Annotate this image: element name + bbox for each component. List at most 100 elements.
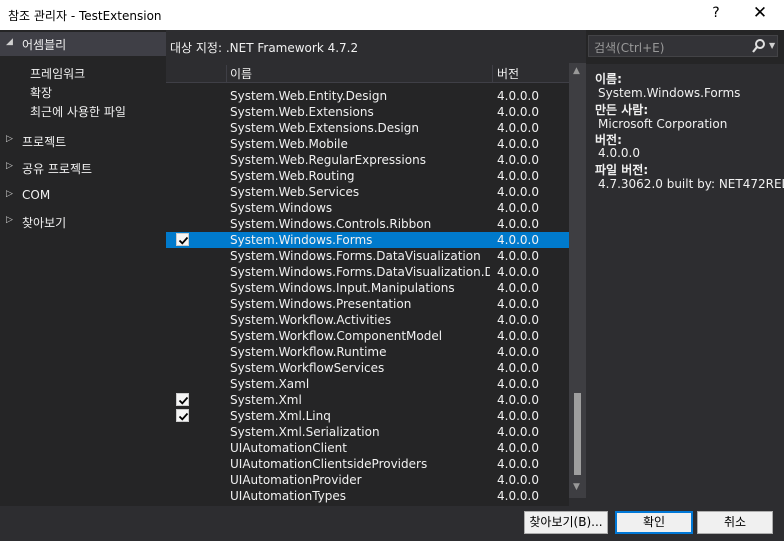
assembly-version: 4.0.0.0 <box>497 489 539 503</box>
assembly-name: System.Web.Services <box>230 185 360 199</box>
sidebar-subitem-recent[interactable]: 최근에 사용한 파일 <box>30 103 126 120</box>
assembly-version: 4.0.0.0 <box>497 345 539 359</box>
assembly-version: 4.0.0.0 <box>497 233 539 247</box>
assembly-row[interactable]: System.Web.RegularExpressions 4.0.0.0 <box>166 152 569 168</box>
help-icon[interactable]: ? <box>704 5 728 21</box>
close-icon[interactable]: ✕ <box>748 3 772 23</box>
assembly-row[interactable]: UIAutomationClient 4.0.0.0 <box>166 440 569 456</box>
assembly-row[interactable]: System.Windows.Forms.DataVisualization 4.… <box>166 248 569 264</box>
checkbox-checked-icon[interactable] <box>176 393 189 406</box>
assembly-version: 4.0.0.0 <box>497 169 539 183</box>
sidebar-item-shared-projects[interactable]: ▷ 공유 프로젝트 <box>0 156 166 180</box>
assembly-name: System.Web.Extensions <box>230 105 374 119</box>
assembly-row[interactable]: System.Workflow.Activities 4.0.0.0 <box>166 312 569 328</box>
search-box[interactable]: 검색(Ctrl+E) ▼ <box>588 35 778 57</box>
dialog-footer: 찾아보기(B)... 확인 취소 <box>0 506 784 541</box>
assembly-row[interactable]: System.Xml.Serialization 4.0.0.0 <box>166 424 569 440</box>
assembly-row[interactable]: System.Windows 4.0.0.0 <box>166 200 569 216</box>
assembly-name: System.Windows <box>230 201 333 215</box>
sidebar-subitem-extensions[interactable]: 확장 <box>30 84 52 101</box>
expand-triangle-icon[interactable]: ▷ <box>6 161 13 171</box>
assembly-row[interactable]: UIAutomationProvider 4.0.0.0 <box>166 472 569 488</box>
search-icon[interactable] <box>752 38 766 54</box>
assembly-version: 4.0.0.0 <box>497 377 539 391</box>
column-header-version[interactable]: 버전 <box>492 65 562 83</box>
assembly-row[interactable]: System.Windows.Presentation 4.0.0.0 <box>166 296 569 312</box>
assembly-version: 4.0.0.0 <box>497 329 539 343</box>
ok-button[interactable]: 확인 <box>615 511 693 534</box>
assembly-name: System.Web.Entity.Design <box>230 89 388 103</box>
assembly-row[interactable]: UIAutomationTypes 4.0.0.0 <box>166 488 569 504</box>
assembly-version: 4.0.0.0 <box>497 457 539 471</box>
details-panel: 검색(Ctrl+E) ▼ 이름: System.Windows.Forms 만든… <box>586 30 784 506</box>
assembly-name: UIAutomationClientsideProviders <box>230 457 428 471</box>
assembly-version: 4.0.0.0 <box>497 441 539 455</box>
assembly-row[interactable]: System.Web.Extensions.Design 4.0.0.0 <box>166 120 569 136</box>
assembly-row[interactable]: System.Windows.Input.Manipulations 4.0.0.… <box>166 280 569 296</box>
assembly-row[interactable]: System.Web.Routing 4.0.0.0 <box>166 168 569 184</box>
sidebar-subitem-framework[interactable]: 프레임워크 <box>30 65 85 82</box>
assembly-name: System.Windows.Forms <box>230 233 373 247</box>
assembly-name: System.Xaml <box>230 377 310 391</box>
assembly-name: System.Windows.Controls.Ribbon <box>230 217 432 231</box>
sidebar-item-label: 프로젝트 <box>22 135 67 149</box>
checkbox-checked-icon[interactable] <box>176 409 189 422</box>
assembly-version: 4.0.0.0 <box>497 249 539 263</box>
cancel-button[interactable]: 취소 <box>697 511 773 534</box>
assembly-row[interactable]: System.Workflow.Runtime 4.0.0.0 <box>166 344 569 360</box>
assembly-version: 4.0.0.0 <box>497 425 539 439</box>
assembly-row[interactable]: System.Web.Extensions 4.0.0.0 <box>166 104 569 120</box>
sidebar-item-com[interactable]: ▷ COM <box>0 184 166 208</box>
assembly-row[interactable]: System.Workflow.ComponentModel 4.0.0.0 <box>166 328 569 344</box>
checkbox-checked-icon[interactable] <box>176 233 189 246</box>
expand-triangle-icon[interactable]: ▷ <box>6 215 13 225</box>
expand-triangle-icon[interactable]: ▷ <box>6 189 13 199</box>
scroll-thumb[interactable] <box>574 393 581 475</box>
assembly-row[interactable]: System.Windows.Forms 4.0.0.0 <box>166 232 569 248</box>
sidebar: ◢ 어셈블리 프레임워크 확장 최근에 사용한 파일 ▷ 프로젝트 ▷ 공유 프… <box>0 30 166 506</box>
assembly-list[interactable]: 이름 버전 System.Web.Entity.Design 4.0.0.0 Sys… <box>166 63 569 531</box>
detail-name-label: 이름: <box>595 72 622 86</box>
scroll-down-arrow-icon[interactable]: ▼ <box>573 482 580 492</box>
detail-author-label: 만든 사람: <box>595 103 649 117</box>
scroll-up-arrow-icon[interactable]: ▲ <box>573 66 580 76</box>
list-scrollbar[interactable]: ▲ ▼ <box>569 63 586 498</box>
assembly-row[interactable]: System.Xml 4.0.0.0 <box>166 392 569 408</box>
assembly-version: 4.0.0.0 <box>497 313 539 327</box>
assembly-name: System.Windows.Forms.DataVisualization.D… <box>230 265 490 279</box>
assembly-name: System.Web.RegularExpressions <box>230 153 426 167</box>
column-header-name[interactable]: 이름 <box>226 65 492 83</box>
assembly-version: 4.0.0.0 <box>497 185 539 199</box>
browse-button[interactable]: 찾아보기(B)... <box>524 511 608 534</box>
window-title: 참조 관리자 - TestExtension <box>8 9 162 23</box>
assembly-version: 4.0.0.0 <box>497 121 539 135</box>
sidebar-item-browse[interactable]: ▷ 찾아보기 <box>0 210 166 234</box>
assembly-row[interactable]: System.Xaml 4.0.0.0 <box>166 376 569 392</box>
assembly-row[interactable]: System.WorkflowServices 4.0.0.0 <box>166 360 569 376</box>
sidebar-item-label: 어셈블리 <box>22 38 67 52</box>
chevron-down-icon[interactable]: ▼ <box>769 41 775 50</box>
assembly-name: System.Web.Routing <box>230 169 355 183</box>
assembly-row[interactable]: System.Windows.Controls.Ribbon 4.0.0.0 <box>166 216 569 232</box>
list-header: 이름 버전 <box>166 63 569 83</box>
sidebar-item-assemblies[interactable]: ◢ 어셈블리 <box>0 32 166 56</box>
assembly-row[interactable]: System.Windows.Forms.DataVisualization.D… <box>166 264 569 280</box>
assembly-row[interactable]: System.Web.Entity.Design 4.0.0.0 <box>166 88 569 104</box>
assembly-version: 4.0.0.0 <box>497 393 539 407</box>
title-bar: 참조 관리자 - TestExtension ? ✕ <box>0 0 784 30</box>
collapse-triangle-icon[interactable]: ◢ <box>6 37 13 47</box>
assembly-version: 4.0.0.0 <box>497 265 539 279</box>
assembly-row[interactable]: UIAutomationClientsideProviders 4.0.0.0 <box>166 456 569 472</box>
assembly-row[interactable]: System.Web.Mobile 4.0.0.0 <box>166 136 569 152</box>
search-input[interactable]: 검색(Ctrl+E) <box>594 39 664 56</box>
assembly-version: 4.0.0.0 <box>497 105 539 119</box>
assembly-name: System.Windows.Presentation <box>230 297 412 311</box>
sidebar-item-projects[interactable]: ▷ 프로젝트 <box>0 129 166 153</box>
expand-triangle-icon[interactable]: ▷ <box>6 134 13 144</box>
target-framework-label: 대상 지정: .NET Framework 4.7.2 <box>170 41 359 55</box>
assembly-name: System.Workflow.Runtime <box>230 345 387 359</box>
assembly-version: 4.0.0.0 <box>497 473 539 487</box>
assembly-row[interactable]: System.Web.Services 4.0.0.0 <box>166 184 569 200</box>
assembly-name: System.Web.Mobile <box>230 137 348 151</box>
assembly-row[interactable]: System.Xml.Linq 4.0.0.0 <box>166 408 569 424</box>
